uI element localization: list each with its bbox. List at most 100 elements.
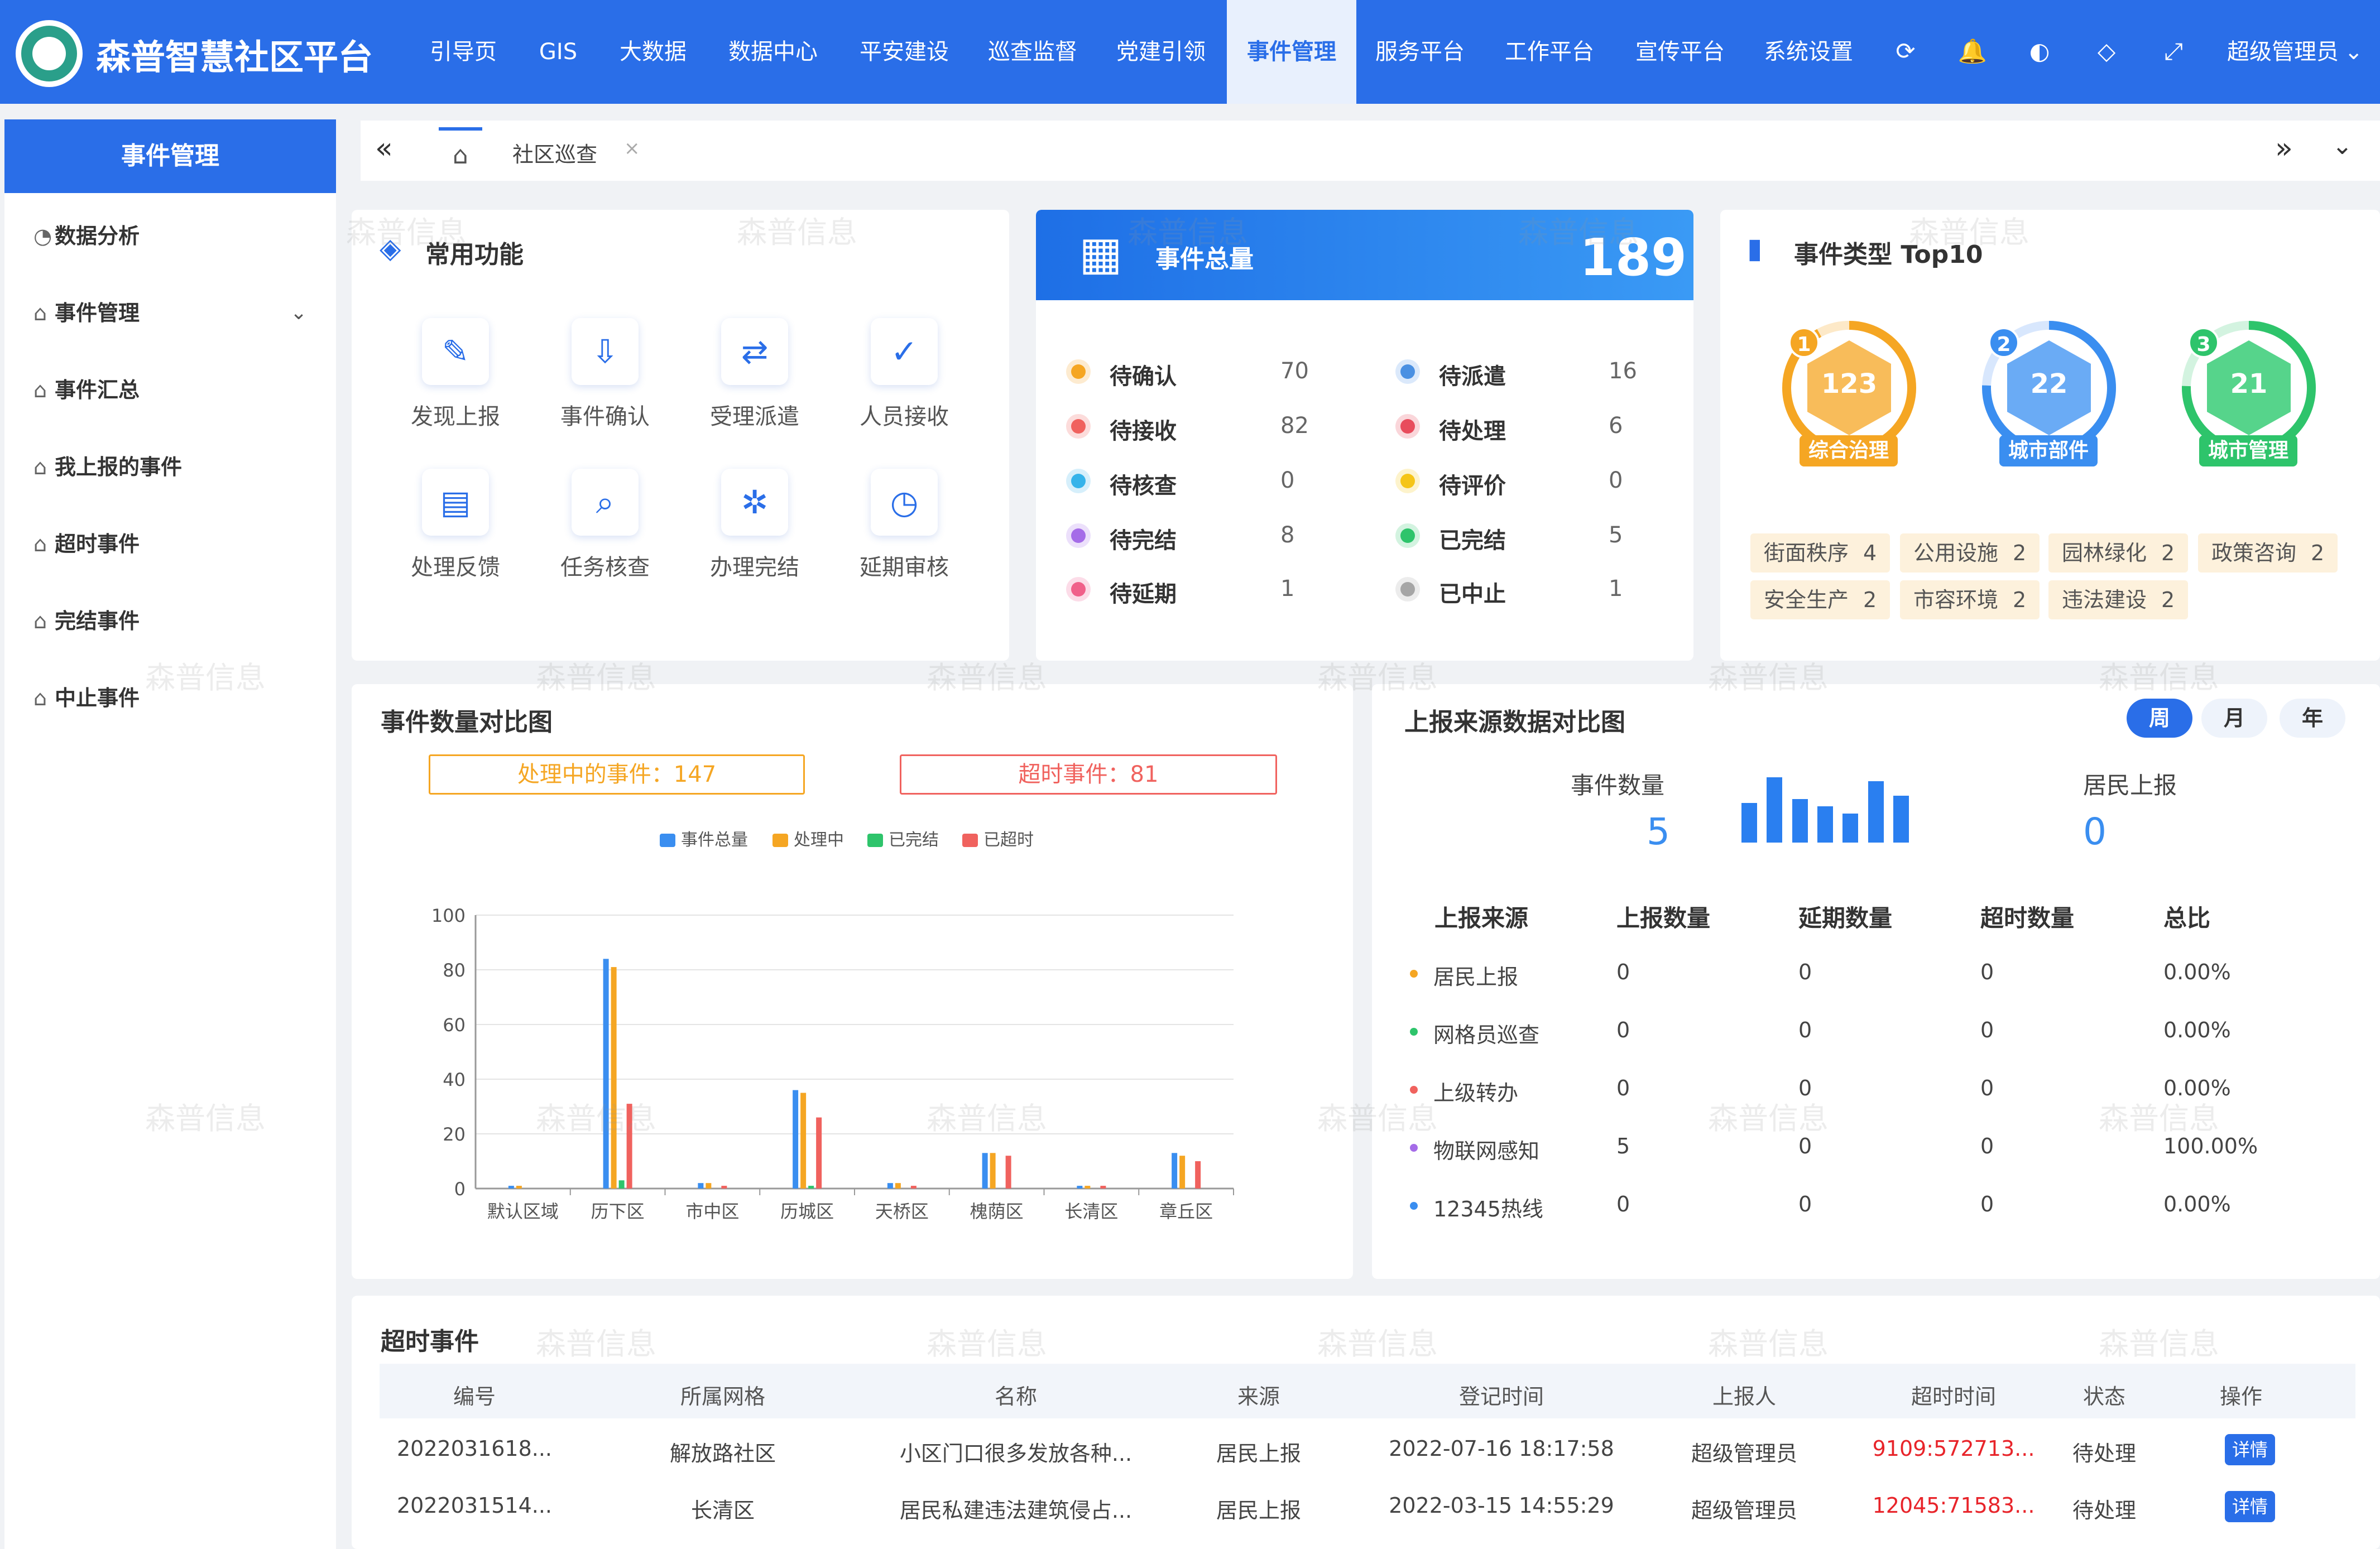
nav-safety[interactable]: 平安建设: [848, 0, 960, 104]
detail-button[interactable]: 详情: [2225, 1491, 2275, 1522]
detail-button[interactable]: 详情: [2225, 1434, 2275, 1465]
status-value: 6: [1609, 413, 1623, 439]
refresh-icon[interactable]: ⟳: [1889, 35, 1922, 68]
watermark: 森普信息: [536, 1101, 656, 1136]
palette-icon[interactable]: ◐: [2023, 35, 2056, 68]
bar: [611, 967, 617, 1189]
user-menu[interactable]: 超级管理员 ⌄: [2227, 0, 2363, 104]
nav-event-management[interactable]: 事件管理: [1227, 0, 1356, 104]
nav-party[interactable]: 党建引领: [1105, 0, 1217, 104]
type-tag: 市容环境 2: [1900, 580, 2040, 619]
func-event-confirm[interactable]: ⇩ 事件确认: [549, 318, 661, 431]
bar: [516, 1186, 522, 1189]
source-name: 网格员巡查: [1433, 1023, 1540, 1047]
close-icon[interactable]: ×: [624, 137, 640, 160]
func-discover-report[interactable]: ✎ 发现上报: [400, 318, 511, 431]
status-dot: [1066, 359, 1091, 384]
status-dot: [1395, 523, 1420, 548]
watermark: 森普信息: [2099, 1101, 2219, 1136]
column-header: 超时时间: [1911, 1384, 1996, 1409]
toggle-year[interactable]: 年: [2280, 699, 2345, 738]
nav-work[interactable]: 工作平台: [1494, 0, 1605, 104]
status-label: 待确认: [1110, 364, 1177, 389]
source-timeout-count: 0: [1980, 1076, 1994, 1100]
status-label: 待处理: [1439, 418, 1506, 444]
mini-bar: [1893, 795, 1909, 843]
nav-settings[interactable]: 系统设置: [1753, 0, 1864, 104]
cell-grid: 长清区: [690, 1498, 755, 1523]
func-staff-receive[interactable]: ✓ 人员接收: [848, 318, 960, 431]
double-chevron-right-icon[interactable]: »: [2275, 132, 2293, 165]
bar: [618, 1180, 625, 1189]
donut-value: 21: [2230, 368, 2268, 400]
watermark: 森普信息: [1317, 1101, 1438, 1136]
status-label: 待派遣: [1439, 364, 1506, 389]
func-task-check[interactable]: ⌕ 任务核查: [549, 469, 661, 581]
sidebar-item-my-reports[interactable]: ⌂ 我上报的事件: [33, 450, 182, 480]
mini-bar: [1817, 806, 1833, 843]
status-dot: [1395, 359, 1420, 384]
bar: [721, 1186, 727, 1189]
nav-guide[interactable]: 引导页: [419, 0, 508, 104]
toggle-month[interactable]: 月: [2201, 699, 2267, 738]
chevron-down-icon: ⌄: [2344, 39, 2363, 65]
tag-icon[interactable]: ◇: [2090, 35, 2123, 68]
sidebar-item-finished-events[interactable]: ⌂ 完结事件: [33, 604, 140, 634]
func-dispatch[interactable]: ⇄ 受理派遣: [699, 318, 810, 431]
source-report-count: 0: [1616, 1018, 1630, 1042]
fullscreen-icon[interactable]: ⤢: [2157, 35, 2190, 68]
bell-icon[interactable]: 🔔: [1956, 35, 1989, 68]
y-tick-label: 40: [443, 1069, 466, 1090]
cell-source: 居民上报: [1216, 1498, 1301, 1523]
nav-gis[interactable]: GIS: [519, 0, 597, 104]
home-tab[interactable]: ⌂: [439, 127, 482, 181]
cell-id: 2022031618...: [396, 1436, 552, 1461]
func-complete[interactable]: ✲ 办理完结: [699, 469, 810, 581]
nav-service[interactable]: 服务平台: [1364, 0, 1476, 104]
cell-name: 小区门口很多发放各种...: [899, 1441, 1133, 1466]
sidebar-item-data-analysis[interactable]: ◔ 数据分析: [33, 219, 140, 249]
toggle-week[interactable]: 周: [2127, 699, 2192, 738]
inbox-icon: ⇩: [572, 318, 639, 385]
mini-bar: [1868, 781, 1884, 843]
type-tag: 园林绿化 2: [2048, 533, 2189, 573]
func-feedback[interactable]: ▤ 处理反馈: [400, 469, 511, 581]
type-tag: 安全生产 2: [1750, 580, 1890, 619]
chevron-down-icon[interactable]: ⌄: [290, 301, 307, 324]
report-icon: ▤: [422, 469, 489, 536]
home-icon: ⌂: [33, 378, 47, 402]
source-delay-count: 0: [1798, 960, 1812, 984]
column-header: 延期数量: [1798, 905, 1893, 932]
nav-publicity[interactable]: 宣传平台: [1624, 0, 1736, 104]
nav-datacenter[interactable]: 数据中心: [720, 0, 826, 104]
watermark: 森普信息: [2099, 1326, 2219, 1362]
nav-patrol[interactable]: 巡查监督: [977, 0, 1088, 104]
source-timeout-count: 0: [1980, 1018, 1994, 1042]
bar: [816, 1117, 822, 1189]
source-report-count: 0: [1616, 960, 1630, 984]
status-label: 待完结: [1110, 528, 1177, 554]
search-doc-icon: ⌕: [572, 469, 639, 536]
x-tick-label: 历城区: [780, 1201, 834, 1222]
nav-bigdata[interactable]: 大数据: [608, 0, 698, 104]
sidebar-item-stopped-events[interactable]: ⌂ 中止事件: [33, 681, 140, 711]
status-value: 0: [1280, 468, 1295, 493]
bar: [1195, 1161, 1201, 1189]
tab-community-patrol[interactable]: 社区巡查: [512, 137, 597, 168]
chevron-down-icon[interactable]: ⌄: [2332, 132, 2353, 160]
sidebar-item-event-summary[interactable]: ⌂ 事件汇总: [33, 373, 140, 403]
double-chevron-left-icon[interactable]: «: [375, 132, 393, 165]
source-ratio: 0.00%: [2163, 1018, 2231, 1042]
sidebar-item-timeout-events[interactable]: ⌂ 超时事件: [33, 527, 140, 557]
pencil-icon: ✎: [422, 318, 489, 385]
sidebar-item-event-management[interactable]: ⌂ 事件管理: [33, 296, 140, 326]
source-timeout-count: 0: [1980, 960, 1994, 984]
cell-reporter: 超级管理员: [1691, 1441, 1797, 1466]
status-dot: [1066, 414, 1091, 439]
bar: [990, 1153, 996, 1189]
type-tag: 街面秩序 4: [1750, 533, 1890, 573]
timeout-events-box: 超时事件：81: [900, 754, 1277, 795]
bar: [800, 1093, 807, 1189]
func-extension-review[interactable]: ◷ 延期审核: [848, 469, 960, 581]
source-dot: [1410, 1144, 1418, 1152]
